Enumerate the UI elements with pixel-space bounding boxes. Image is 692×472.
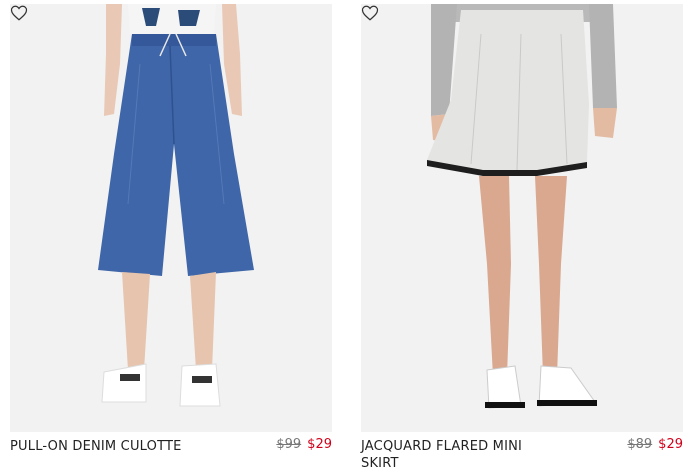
original-price: $99 [276, 437, 302, 452]
product-card[interactable]: PULL-ON DENIM CULOTTE $99 $29 [10, 4, 332, 472]
price-group: $99 $29 [276, 436, 332, 453]
skirt-model-illustration [427, 4, 617, 409]
product-card[interactable]: JACQUARD FLARED MINI SKIRT $89 $29 [361, 4, 683, 472]
heart-outline-icon[interactable] [361, 4, 379, 22]
product-image[interactable] [10, 4, 332, 432]
culotte-model-illustration [98, 4, 254, 407]
product-name[interactable]: JACQUARD FLARED MINI SKIRT [361, 438, 561, 472]
sale-price: $29 [658, 437, 683, 452]
product-info: PULL-ON DENIM CULOTTE $99 $29 [10, 436, 332, 472]
heart-outline-icon[interactable] [10, 4, 28, 22]
product-image[interactable] [361, 4, 683, 432]
product-grid: PULL-ON DENIM CULOTTE $99 $29 JACQUARD F… [0, 0, 692, 472]
sale-price: $29 [307, 437, 332, 452]
product-name[interactable]: PULL-ON DENIM CULOTTE [10, 438, 210, 455]
price-group: $89 $29 [627, 436, 683, 453]
product-info: JACQUARD FLARED MINI SKIRT $89 $29 [361, 436, 683, 472]
original-price: $89 [627, 437, 653, 452]
